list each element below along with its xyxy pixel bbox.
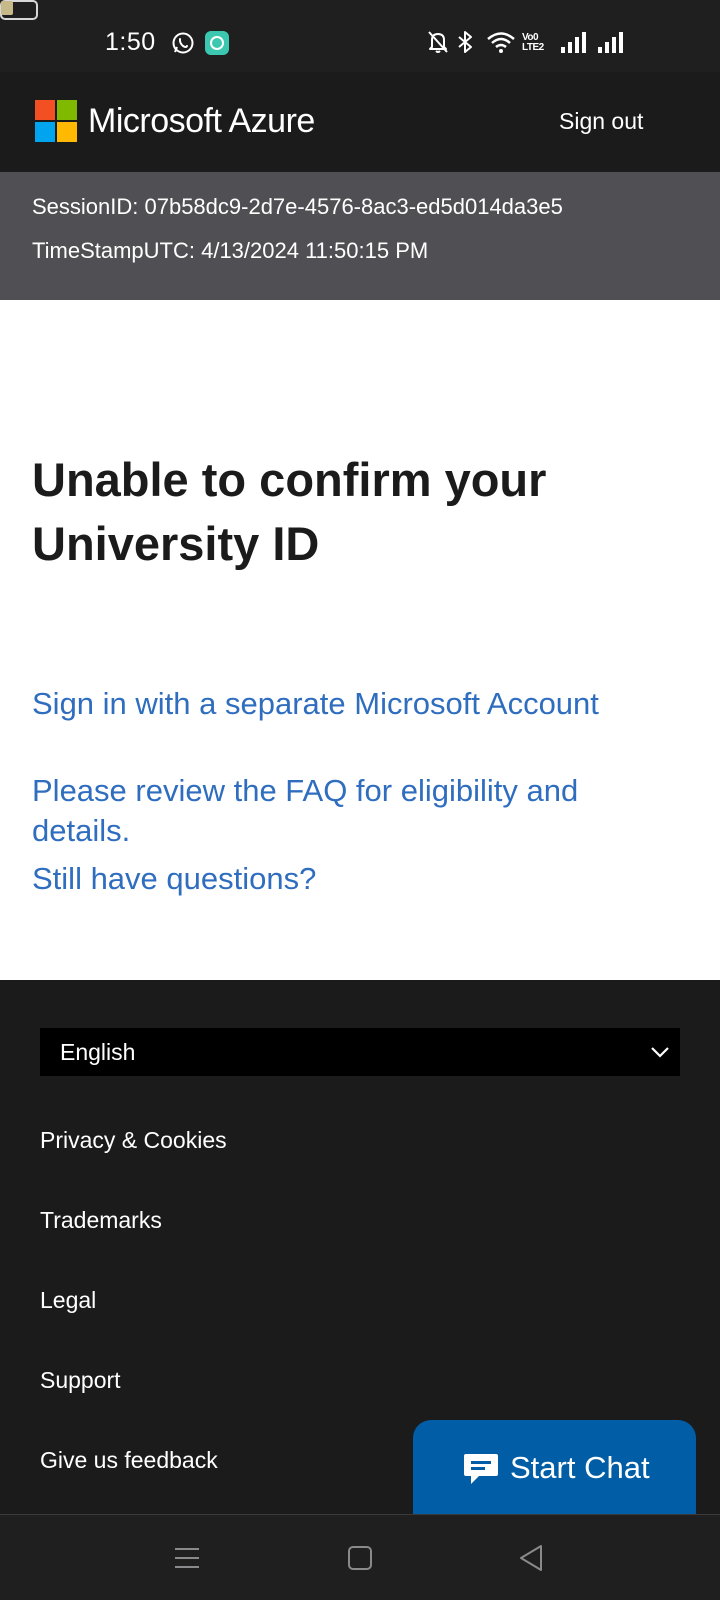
still-have-questions-link[interactable]: Still have questions?	[32, 859, 672, 899]
page-title: Unable to confirm your University ID	[32, 453, 547, 570]
session-info-banner: SessionID: 07b58dc9-2d7e-4576-8ac3-ed5d0…	[0, 172, 720, 300]
footer-link-privacy[interactable]: Privacy & Cookies	[40, 1127, 227, 1154]
logo-blue-square	[35, 122, 55, 142]
logo-green-square	[57, 100, 77, 120]
footer-link-trademarks[interactable]: Trademarks	[40, 1207, 162, 1234]
chat-bubble-icon	[464, 1454, 498, 1484]
language-select[interactable]: English	[40, 1028, 680, 1076]
footer-link-support[interactable]: Support	[40, 1367, 121, 1394]
session-timestamp: TimeStampUTC: 4/13/2024 11:50:15 PM	[32, 238, 429, 263]
faq-link[interactable]: Please review the FAQ for eligibility an…	[32, 771, 672, 851]
logo-red-square	[35, 100, 55, 120]
session-id: SessionID: 07b58dc9-2d7e-4576-8ac3-ed5d0…	[32, 194, 563, 219]
system-navigation-bar	[0, 1514, 720, 1600]
main-content: Unable to confirm your University ID Sig…	[0, 300, 720, 980]
sign-out-link[interactable]: Sign out	[559, 108, 643, 135]
chevron-down-icon	[651, 1047, 669, 1058]
start-chat-button[interactable]: Start Chat	[413, 1420, 696, 1514]
language-selected-value: English	[60, 1039, 136, 1065]
status-bar: 1:50 Vo0 LTE2 37	[0, 0, 720, 72]
footer-link-feedback[interactable]: Give us feedback	[40, 1447, 218, 1474]
site-header: Microsoft Azure Sign out	[0, 72, 720, 172]
back-icon[interactable]	[518, 1543, 544, 1573]
logo-yellow-square	[57, 122, 77, 142]
home-icon[interactable]	[347, 1543, 373, 1573]
sign-in-separate-account-link[interactable]: Sign in with a separate Microsoft Accoun…	[32, 684, 672, 724]
battery-level: 37	[352, 0, 368, 15]
battery-icon: 37	[0, 0, 367, 20]
menu-icon[interactable]	[174, 1543, 200, 1573]
start-chat-label: Start Chat	[510, 1450, 650, 1485]
footer-link-legal[interactable]: Legal	[40, 1287, 96, 1314]
microsoft-logo-icon	[35, 100, 77, 142]
brand-name: Microsoft Azure	[88, 102, 315, 140]
